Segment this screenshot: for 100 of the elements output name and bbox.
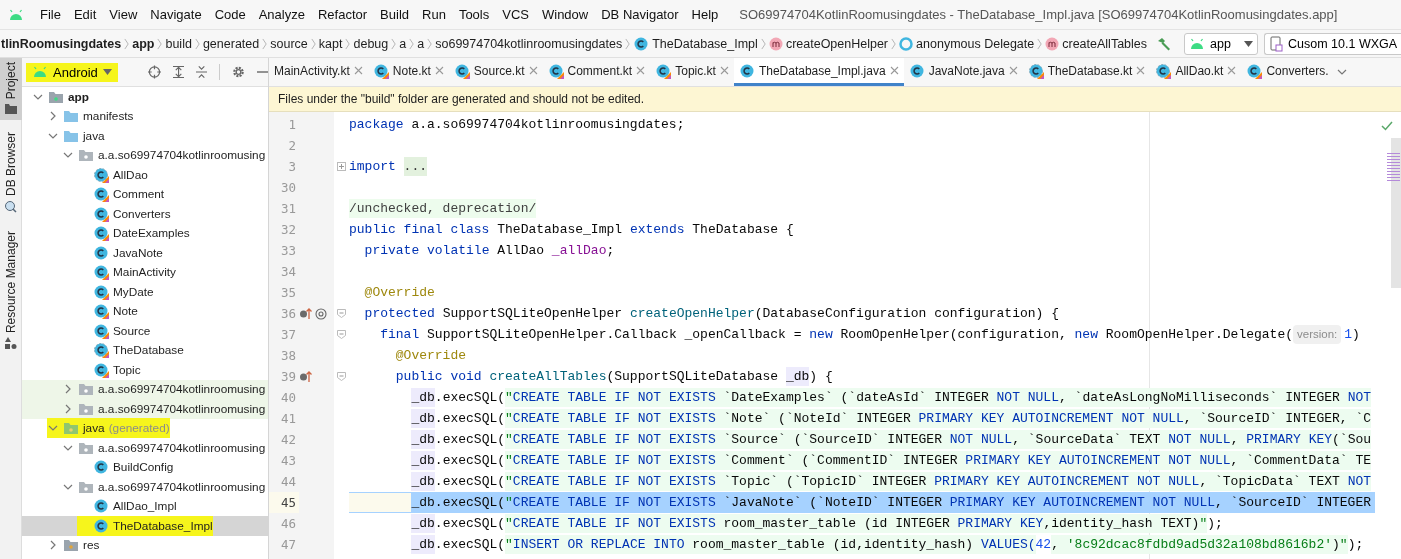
code-line: _db.execSQL("CREATE TABLE IF NOT EXISTS `DateExamples` (`dateAsId` INTEGER NOT NULL, `dateAsLongNoMilliseconds` INTEGER NOT <box>410 387 1373 408</box>
menu-item[interactable]: VCS <box>496 4 535 25</box>
breadcrumb-item[interactable]: a <box>416 36 426 51</box>
code-line: _db.execSQL("CREATE TABLE IF NOT EXISTS `Topic` (`TopicID` INTEGER PRIMARY KEY AUTOINCREMENT NOT NULL, `TopicData` TEXT NOT <box>410 471 1373 492</box>
tree-item[interactable]: a.a.so69974704kotlinroomusing <box>22 399 268 419</box>
run-configuration-dropdown[interactable]: app <box>1184 32 1258 55</box>
menu-item[interactable]: Window <box>535 4 595 25</box>
tree-item[interactable]: JavaNote <box>22 243 268 263</box>
code-line: public final class TheDatabase_Impl extends TheDatabase { <box>349 221 795 239</box>
breadcrumb-item[interactable]: generated <box>201 36 261 51</box>
tree-item[interactable]: MyDate <box>22 282 268 302</box>
breadcrumb-item[interactable]: tlinRoomusingdates <box>0 36 123 51</box>
breadcrumb-item[interactable]: anonymous Delegate <box>898 36 1036 51</box>
breadcrumb-item[interactable]: createOpenHelper <box>767 36 890 51</box>
breadcrumb-item[interactable]: source <box>269 36 309 51</box>
breadcrumb-item[interactable]: a <box>398 36 408 51</box>
line-number: 37 <box>279 326 297 344</box>
tree-item[interactable]: a.a.so69974704kotlinroomusing <box>22 379 268 399</box>
tree-item[interactable]: DateExamples <box>22 223 268 243</box>
tool-window-tab[interactable]: Resource Manager <box>0 227 22 356</box>
line-number: 2 <box>287 137 297 155</box>
code-line: @Override <box>363 284 436 302</box>
tree-item[interactable]: AllDao_Impl <box>22 496 268 516</box>
line-number: 36 <box>279 305 297 323</box>
breadcrumb-item[interactable]: so69974704kotlinroomusingdates <box>434 36 624 51</box>
line-number: 3 <box>287 158 297 176</box>
tree-item[interactable]: Comment <box>22 184 268 204</box>
menu-item[interactable]: Edit <box>67 4 103 25</box>
warning-banner: Files under the "build" folder are generated and should not be edited. <box>269 87 1401 112</box>
tree-item[interactable]: a.a.so69974704kotlinroomusing <box>22 438 268 458</box>
code-line: _db.execSQL("CREATE TABLE IF NOT EXISTS `Source` (`SourceID` INTEGER NOT NULL, `SourceData` TEXT NOT NULL, PRIMARY KEY(`Sou <box>410 429 1373 450</box>
menu-item[interactable]: Run <box>416 4 452 25</box>
editor-tab[interactable]: Topic.kt <box>650 58 734 86</box>
editor-tab[interactable]: TheDatabase.kt <box>1022 58 1151 86</box>
breadcrumb-item[interactable]: app <box>131 36 156 51</box>
tree-item[interactable]: Converters <box>22 204 268 224</box>
line-number: 47 <box>279 536 297 554</box>
window-title: SO69974704KotlinRoomusingdates - TheDatabase_Impl.java [SO69974704KotlinRoomusingdates.app] <box>739 7 1338 22</box>
tree-item[interactable]: TheDatabase_Impl <box>22 516 268 536</box>
menu-item[interactable]: Code <box>208 4 252 25</box>
editor-tab[interactable]: TheDatabase_Impl.java <box>733 58 904 86</box>
code-line: protected SupportSQLiteOpenHelper createOpenHelper(DatabaseConfiguration configuration) { <box>363 305 1060 323</box>
breadcrumb-item[interactable]: kapt <box>317 36 344 51</box>
menu-item[interactable]: Tools <box>452 4 496 25</box>
view-dropdown[interactable]: Android <box>26 62 118 82</box>
editor-tab[interactable]: MainActivity.kt <box>269 58 368 86</box>
tree-item[interactable]: app <box>22 87 268 107</box>
device-dropdown[interactable]: Cusom 10.1 WXGA <box>1264 32 1401 55</box>
line-number: 40 <box>279 389 297 407</box>
code-line: import ... <box>349 156 429 177</box>
code-line: private volatile AllDao _allDao; <box>363 242 616 260</box>
editor-tab[interactable]: JavaNote.java <box>903 58 1023 86</box>
tree-item[interactable]: BuildConfig <box>22 457 268 477</box>
tool-window-tab[interactable]: Project <box>0 58 22 121</box>
menu-item[interactable]: Navigate <box>144 4 208 25</box>
tree-item[interactable]: java <box>22 126 268 146</box>
tree-item[interactable]: Source <box>22 321 268 341</box>
menu-item[interactable]: View <box>103 4 144 25</box>
tree-item[interactable]: manifests <box>22 106 268 126</box>
code-line: public void createAllTables(SupportSQLiteDatabase _db) { <box>394 366 834 387</box>
editor-tab[interactable]: Note.kt <box>367 58 449 86</box>
tree-item[interactable]: res <box>22 535 268 555</box>
tree-item[interactable]: AllDao <box>22 165 268 185</box>
code-line: _db.execSQL("CREATE TABLE IF NOT EXISTS `Note` (`NoteId` INTEGER PRIMARY KEY AUTOINCREMENT NOT NULL, `SourceID` INTEGER, `C <box>410 408 1373 429</box>
breadcrumb-item[interactable]: debug <box>352 36 390 51</box>
menu-item[interactable]: Build <box>374 4 415 25</box>
menu-item[interactable]: Help <box>685 4 725 25</box>
editor-tab[interactable]: Converters. <box>1241 58 1334 86</box>
breadcrumb-item[interactable]: createAllTables <box>1044 36 1148 51</box>
code-line: package a.a.so69974704kotlinroomusingdates; <box>349 116 686 134</box>
tree-item[interactable]: TheDatabase <box>22 340 268 360</box>
menu-item[interactable]: File <box>34 4 67 25</box>
code-line: final SupportSQLiteOpenHelper.Callback _openCallback = new RoomOpenHelper(configuration, new RoomOpenHelper.Delegate( version: 1) <box>379 324 1361 345</box>
line-number: 32 <box>279 221 297 239</box>
code-line: _db.execSQL("INSERT OR REPLACE INTO room_master_table (id,identity_hash) VALUES(42, '8c92dcac8fdbd9ad5d32a108bd8616b2')"); <box>410 534 1365 555</box>
line-number: 31 <box>279 200 297 218</box>
editor-tab[interactable]: AllDao.kt <box>1150 58 1242 86</box>
editor-tab[interactable]: Comment.kt <box>542 58 651 86</box>
breadcrumb-item[interactable]: TheDatabase_Impl <box>632 35 759 52</box>
tree-item[interactable]: a.a.so69974704kotlinroomusing <box>22 145 268 165</box>
tree-item[interactable]: MainActivity <box>22 262 268 282</box>
line-number: 44 <box>279 473 297 491</box>
tree-item[interactable]: Note <box>22 301 268 321</box>
line-number: 39 <box>279 368 297 386</box>
breadcrumb-item[interactable]: build <box>164 36 193 51</box>
line-number: 42 <box>279 431 297 449</box>
line-number: 41 <box>279 410 297 428</box>
menu-item[interactable]: Refactor <box>311 4 374 25</box>
tool-window-tab[interactable]: DB Browser <box>0 128 22 220</box>
line-number: 1 <box>287 116 297 134</box>
tree-item[interactable]: Topic <box>22 360 268 380</box>
line-number: 30 <box>279 179 297 197</box>
menu-item[interactable]: DB Navigator <box>595 4 685 25</box>
line-number: 34 <box>279 263 297 281</box>
tree-item[interactable]: a.a.so69974704kotlinroomusing <box>22 477 268 497</box>
line-number: 38 <box>279 347 297 365</box>
editor-tab[interactable]: Source.kt <box>448 58 543 86</box>
line-number: 45 <box>269 492 299 513</box>
line-number: 33 <box>279 242 297 260</box>
menu-item[interactable]: Analyze <box>252 4 311 25</box>
